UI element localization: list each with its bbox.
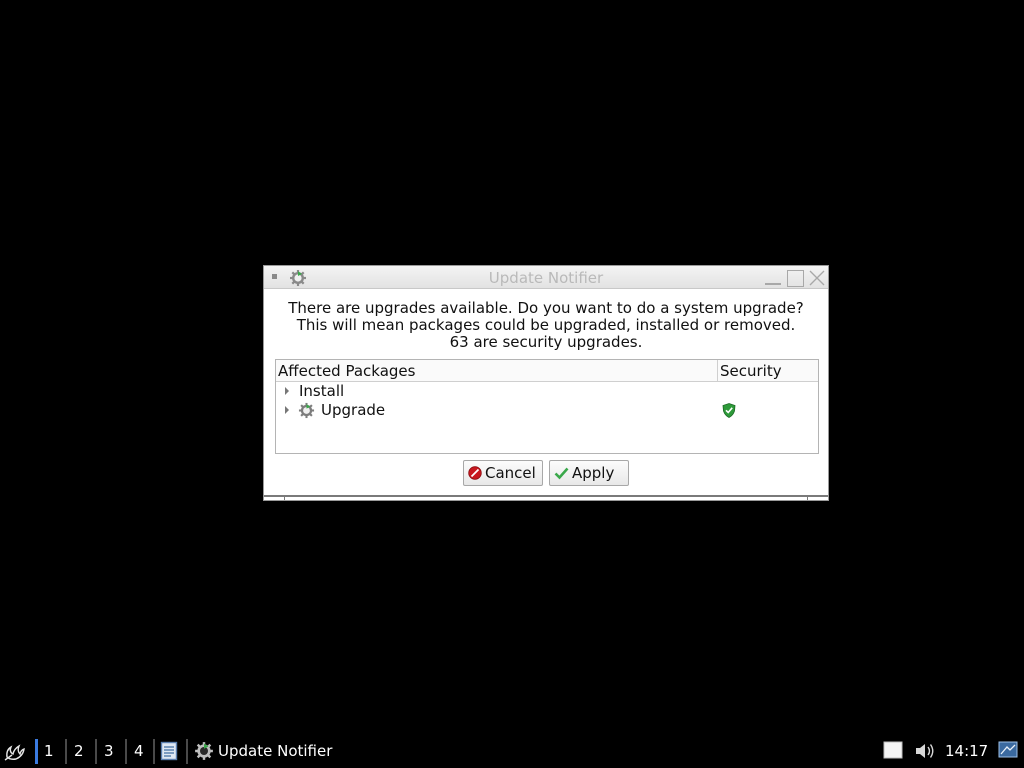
taskbar: 1 2 3 4 Update Notifier 14:17 bbox=[0, 734, 1024, 768]
workspace-1-button[interactable]: 1 bbox=[44, 742, 54, 760]
workspace-4-button[interactable]: 4 bbox=[134, 742, 144, 760]
message-line-1: There are upgrades available. Do you wan… bbox=[288, 299, 804, 317]
apply-button-label: Apply bbox=[572, 464, 615, 482]
maximize-button[interactable] bbox=[786, 269, 804, 287]
taskbar-separator bbox=[95, 739, 97, 764]
affected-packages-tree[interactable]: Affected Packages Security Install Upgra… bbox=[275, 359, 819, 454]
tree-row-label: Upgrade bbox=[321, 401, 386, 419]
taskbar-separator bbox=[186, 739, 188, 764]
update-gear-icon bbox=[290, 270, 306, 286]
cancel-button-label: Cancel bbox=[485, 464, 536, 482]
close-button[interactable] bbox=[808, 269, 826, 287]
update-gear-icon bbox=[195, 742, 213, 760]
workspace-2-button[interactable]: 2 bbox=[74, 742, 84, 760]
cancel-icon bbox=[468, 466, 482, 480]
check-icon bbox=[554, 467, 569, 480]
taskbar-task-label: Update Notifier bbox=[218, 742, 333, 760]
update-gear-icon bbox=[298, 402, 315, 419]
taskbar-task-update-notifier[interactable]: Update Notifier bbox=[194, 740, 332, 762]
expander-arrow-icon[interactable] bbox=[285, 406, 289, 414]
message-line-2: This will mean packages could be upgrade… bbox=[296, 316, 796, 334]
apply-button[interactable]: Apply bbox=[549, 460, 629, 486]
green-shield-icon bbox=[722, 403, 736, 418]
window-title: Update Notifier bbox=[488, 269, 604, 287]
column-header-security[interactable]: Security bbox=[720, 362, 782, 380]
taskbar-separator bbox=[153, 739, 155, 764]
window-bottom-border bbox=[264, 495, 828, 500]
cancel-button[interactable]: Cancel bbox=[463, 460, 543, 486]
taskbar-separator bbox=[125, 739, 127, 764]
active-workspace-marker bbox=[35, 739, 38, 764]
show-desktop-icon[interactable] bbox=[160, 741, 178, 761]
tree-header: Affected Packages Security bbox=[276, 360, 818, 382]
column-separator[interactable] bbox=[717, 360, 718, 382]
tree-row-install[interactable]: Install bbox=[276, 382, 818, 401]
network-icon[interactable] bbox=[998, 741, 1018, 758]
expander-arrow-icon[interactable] bbox=[285, 387, 289, 395]
volume-icon[interactable] bbox=[914, 741, 936, 761]
update-notifier-window: Update Notifier There are upgrades avail… bbox=[263, 265, 829, 501]
minimize-button[interactable] bbox=[764, 269, 782, 287]
taskbar-separator bbox=[65, 739, 67, 764]
start-menu-icon[interactable] bbox=[4, 741, 26, 761]
taskbar-clock[interactable]: 14:17 bbox=[945, 742, 988, 760]
workspace-3-button[interactable]: 3 bbox=[104, 742, 114, 760]
upgrade-message: There are upgrades available. Do you wan… bbox=[264, 300, 828, 351]
tree-row-upgrade[interactable]: Upgrade bbox=[276, 401, 818, 420]
clipboard-icon[interactable] bbox=[883, 741, 903, 759]
tree-row-label: Install bbox=[299, 382, 345, 400]
message-line-3: 63 are security upgrades. bbox=[449, 333, 643, 351]
window-menu-icon[interactable] bbox=[272, 274, 277, 279]
window-titlebar[interactable]: Update Notifier bbox=[264, 266, 828, 289]
column-header-packages[interactable]: Affected Packages bbox=[278, 362, 415, 380]
